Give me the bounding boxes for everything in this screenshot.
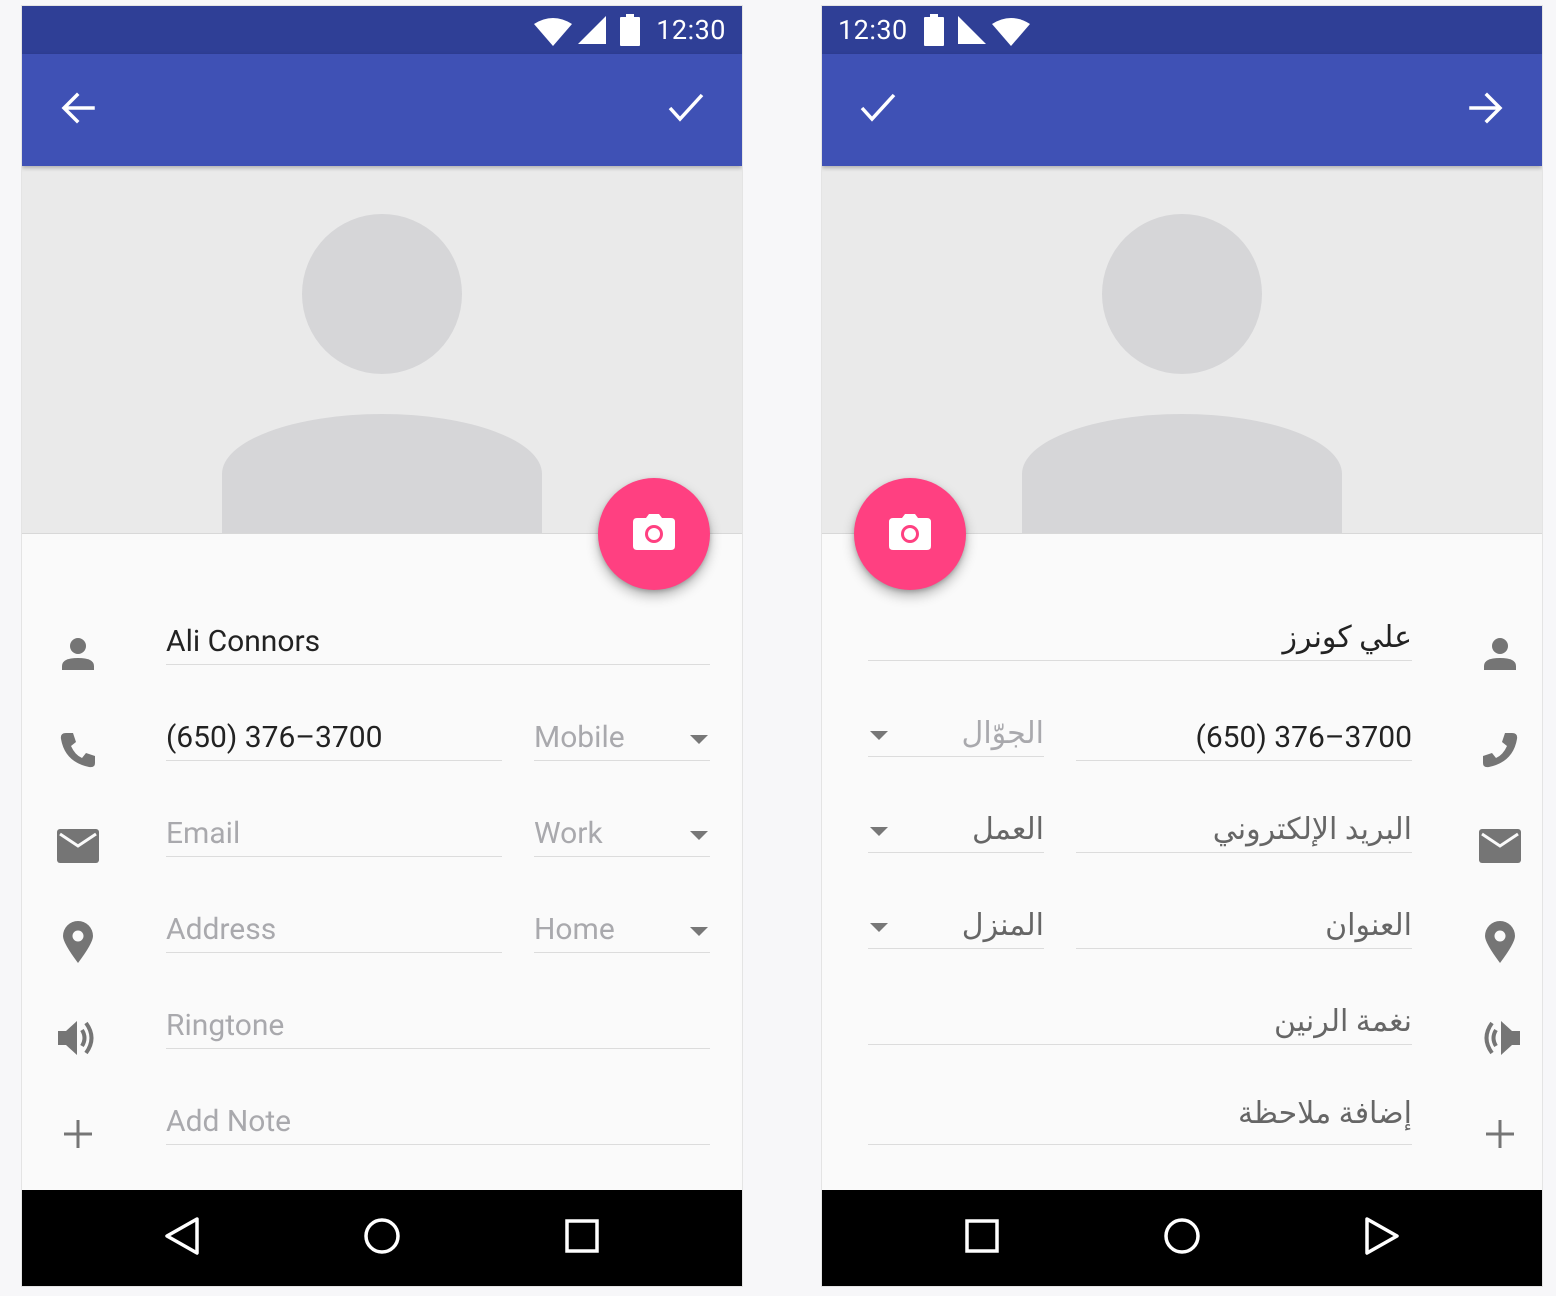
address-field[interactable]: Address xyxy=(166,908,502,953)
phone-type-dropdown[interactable]: الجوّال xyxy=(868,712,1044,757)
address-field[interactable]: العنوان xyxy=(1076,904,1412,949)
email-type-label: Work xyxy=(534,816,603,851)
note-field[interactable]: إضافة ملاحظة xyxy=(868,1092,1412,1145)
address-placeholder: Address xyxy=(166,912,277,947)
dropdown-arrow-icon xyxy=(870,827,888,836)
location-pin-icon xyxy=(54,918,102,966)
name-value: Ali Connors xyxy=(166,624,321,659)
email-type-dropdown[interactable]: Work xyxy=(534,812,710,857)
arrow-back-icon xyxy=(60,90,96,130)
email-type-label: العمل xyxy=(971,812,1044,847)
nav-back-button[interactable] xyxy=(1358,1214,1406,1262)
ringtone-placeholder: Ringtone xyxy=(166,1008,285,1043)
add-icon xyxy=(1476,1110,1524,1158)
nav-home-button[interactable] xyxy=(358,1214,406,1262)
dropdown-arrow-icon xyxy=(870,923,888,932)
dropdown-arrow-icon xyxy=(870,731,888,740)
contact-editor-rtl: 12:30 علي كونرز (650) 376–3700 الجوّال ا… xyxy=(822,6,1542,1286)
phone-type-label: Mobile xyxy=(534,720,625,755)
camera-icon xyxy=(633,514,675,554)
back-icon xyxy=(164,1217,200,1259)
check-icon xyxy=(859,92,897,128)
person-icon xyxy=(1476,630,1524,678)
nav-home-button[interactable] xyxy=(1158,1214,1206,1262)
check-icon xyxy=(667,92,705,128)
phone-icon xyxy=(1476,726,1524,774)
home-icon xyxy=(1163,1217,1201,1259)
name-field[interactable]: Ali Connors xyxy=(166,620,710,665)
phone-value: (650) 376–3700 xyxy=(166,720,383,755)
navigation-bar xyxy=(22,1190,742,1286)
email-field[interactable]: البريد الإلكتروني xyxy=(1076,808,1412,853)
phone-field[interactable]: (650) 376–3700 xyxy=(166,716,502,761)
email-type-dropdown[interactable]: العمل xyxy=(868,808,1044,853)
dropdown-arrow-icon xyxy=(690,831,708,840)
phone-type-label: الجوّال xyxy=(961,716,1044,751)
email-placeholder: Email xyxy=(166,816,241,851)
nav-back-button[interactable] xyxy=(158,1214,206,1262)
ringtone-field[interactable]: نغمة الرنين xyxy=(868,1000,1412,1045)
address-type-label: Home xyxy=(534,912,615,947)
dropdown-arrow-icon xyxy=(690,927,708,936)
camera-icon xyxy=(889,514,931,554)
address-type-dropdown[interactable]: المنزل xyxy=(868,904,1044,949)
add-photo-button[interactable] xyxy=(854,478,966,590)
contact-editor-ltr: 12:30 Ali Connors (650) 376–3700 Mobile … xyxy=(22,6,742,1286)
location-pin-icon xyxy=(1476,918,1524,966)
phone-icon xyxy=(54,726,102,774)
back-button[interactable] xyxy=(1464,88,1508,132)
add-icon xyxy=(54,1110,102,1158)
email-field[interactable]: Email xyxy=(166,812,502,857)
note-placeholder: Add Note xyxy=(166,1104,292,1139)
back-button[interactable] xyxy=(56,88,100,132)
add-photo-button[interactable] xyxy=(598,478,710,590)
nav-recents-button[interactable] xyxy=(958,1214,1006,1262)
contact-form: Ali Connors (650) 376–3700 Mobile Email … xyxy=(22,6,742,1190)
save-button[interactable] xyxy=(664,88,708,132)
phone-type-dropdown[interactable]: Mobile xyxy=(534,716,710,761)
app-bar xyxy=(822,54,1542,166)
name-field[interactable]: علي كونرز xyxy=(868,616,1412,661)
note-placeholder: إضافة ملاحظة xyxy=(1237,1096,1412,1131)
phone-value: (650) 376–3700 xyxy=(1195,720,1412,755)
arrow-forward-icon xyxy=(1468,90,1504,130)
home-icon xyxy=(363,1217,401,1259)
back-icon xyxy=(1364,1217,1400,1259)
volume-icon xyxy=(54,1014,102,1062)
ringtone-field[interactable]: Ringtone xyxy=(166,1004,710,1049)
contact-form: علي كونرز (650) 376–3700 الجوّال البريد … xyxy=(822,6,1542,1190)
email-icon xyxy=(1476,822,1524,870)
email-icon xyxy=(54,822,102,870)
address-placeholder: العنوان xyxy=(1325,908,1412,943)
email-placeholder: البريد الإلكتروني xyxy=(1212,812,1412,847)
ringtone-placeholder: نغمة الرنين xyxy=(1274,1004,1412,1039)
note-field[interactable]: Add Note xyxy=(166,1100,710,1145)
volume-icon xyxy=(1476,1014,1524,1062)
save-button[interactable] xyxy=(856,88,900,132)
app-bar xyxy=(22,54,742,166)
person-icon xyxy=(54,630,102,678)
nav-recents-button[interactable] xyxy=(558,1214,606,1262)
address-type-dropdown[interactable]: Home xyxy=(534,908,710,953)
dropdown-arrow-icon xyxy=(690,735,708,744)
navigation-bar xyxy=(822,1190,1542,1286)
recents-icon xyxy=(565,1219,599,1257)
phone-field[interactable]: (650) 376–3700 xyxy=(1076,716,1412,761)
recents-icon xyxy=(965,1219,999,1257)
address-type-label: المنزل xyxy=(961,908,1044,943)
name-value: علي كونرز xyxy=(1282,620,1412,655)
